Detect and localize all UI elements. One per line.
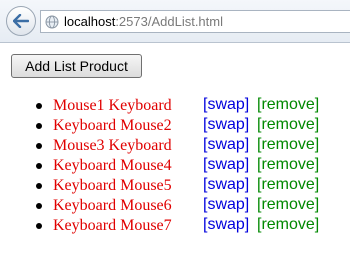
bullet-icon bbox=[36, 123, 42, 129]
swap-link[interactable]: [swap] bbox=[203, 156, 249, 174]
swap-link[interactable]: [swap] bbox=[203, 136, 249, 154]
swap-link[interactable]: [swap] bbox=[203, 116, 249, 134]
remove-link[interactable]: [remove] bbox=[257, 96, 319, 114]
bullet-icon bbox=[36, 223, 42, 229]
browser-toolbar: localhost:2573/AddList.html bbox=[0, 0, 350, 43]
bullet-icon bbox=[36, 103, 42, 109]
swap-link[interactable]: [swap] bbox=[203, 96, 249, 114]
swap-link[interactable]: [swap] bbox=[203, 196, 249, 214]
remove-link[interactable]: [remove] bbox=[257, 156, 319, 174]
list-item: Keyboard Mouse2 [swap] [remove] bbox=[0, 116, 350, 136]
product-name: Keyboard Mouse4 bbox=[53, 157, 172, 174]
swap-link[interactable]: [swap] bbox=[203, 176, 249, 194]
product-name: Mouse3 Keyboard bbox=[53, 137, 172, 154]
address-bar[interactable]: localhost:2573/AddList.html bbox=[40, 10, 350, 33]
url-host: localhost bbox=[64, 14, 116, 29]
remove-link[interactable]: [remove] bbox=[257, 116, 319, 134]
remove-link[interactable]: [remove] bbox=[257, 176, 319, 194]
remove-link[interactable]: [remove] bbox=[257, 136, 319, 154]
list-item: Mouse3 Keyboard [swap] [remove] bbox=[0, 136, 350, 156]
bullet-icon bbox=[36, 203, 42, 209]
list-item: Keyboard Mouse7 [swap] [remove] bbox=[0, 216, 350, 236]
url-path: :2573/AddList.html bbox=[115, 14, 223, 29]
bullet-icon bbox=[36, 143, 42, 149]
product-list: Mouse1 Keyboard [swap] [remove] Keyboard Mo… bbox=[0, 96, 350, 236]
list-item: Keyboard Mouse6 [swap] [remove] bbox=[0, 196, 350, 216]
product-name: Keyboard Mouse2 bbox=[53, 117, 172, 134]
remove-link[interactable]: [remove] bbox=[257, 216, 319, 234]
list-item: Keyboard Mouse5 [swap] [remove] bbox=[0, 176, 350, 196]
product-name: Keyboard Mouse6 bbox=[53, 197, 172, 214]
product-name: Keyboard Mouse7 bbox=[53, 217, 172, 234]
list-item: Keyboard Mouse4 [swap] [remove] bbox=[0, 156, 350, 176]
globe-icon bbox=[45, 15, 59, 29]
product-name: Keyboard Mouse5 bbox=[53, 177, 172, 194]
remove-link[interactable]: [remove] bbox=[257, 196, 319, 214]
url-text: localhost:2573/AddList.html bbox=[64, 14, 223, 29]
product-name: Mouse1 Keyboard bbox=[53, 97, 172, 114]
back-arrow-icon bbox=[13, 14, 29, 28]
swap-link[interactable]: [swap] bbox=[203, 216, 249, 234]
list-item: Mouse1 Keyboard [swap] [remove] bbox=[0, 96, 350, 116]
add-list-product-button[interactable]: Add List Product bbox=[11, 54, 142, 78]
back-button[interactable] bbox=[6, 6, 36, 36]
bullet-icon bbox=[36, 163, 42, 169]
bullet-icon bbox=[36, 183, 42, 189]
